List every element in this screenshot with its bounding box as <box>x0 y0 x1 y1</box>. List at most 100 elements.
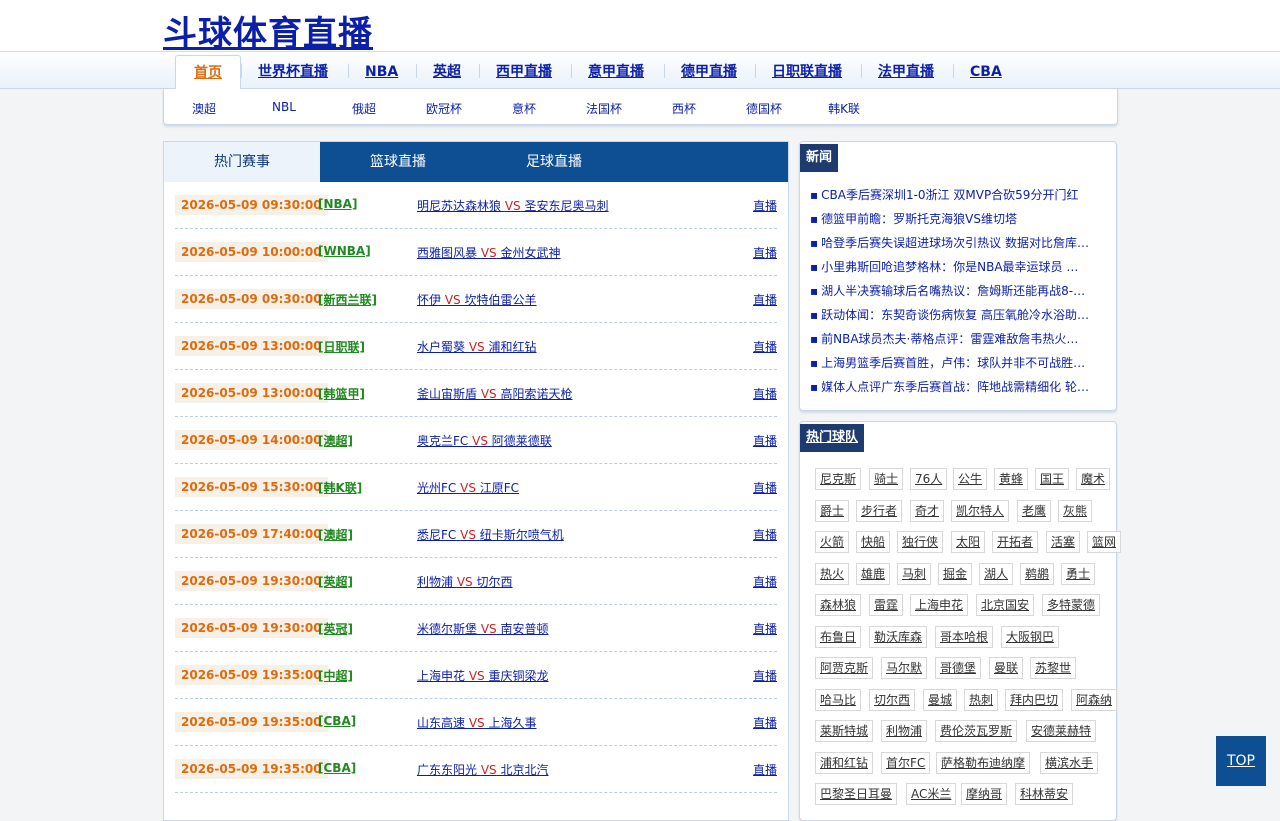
live-link[interactable]: 直播 <box>753 526 777 543</box>
match-teams-link[interactable]: 光州FC VS 江原FC <box>417 479 519 496</box>
team-tag[interactable]: 热火 <box>815 562 850 585</box>
live-link[interactable]: 直播 <box>753 479 777 496</box>
team-tag[interactable]: 马刺 <box>897 562 932 585</box>
news-item[interactable]: ▪ CBA季后赛深圳1-0浙江 双MVP合砍59分开门红 <box>810 186 1090 203</box>
live-link[interactable]: 直播 <box>753 291 777 308</box>
match-league[interactable]: [韩篮甲] <box>318 385 365 402</box>
nav-item-5[interactable]: 意甲直播 <box>588 55 644 89</box>
live-link[interactable]: 直播 <box>753 714 777 731</box>
match-teams-link[interactable]: 山东高速 VS 上海久事 <box>417 714 537 731</box>
nav-item-1[interactable]: 世界杯直播 <box>258 55 328 89</box>
match-league[interactable]: [中超] <box>318 667 353 684</box>
team-tag[interactable]: 森林狼 <box>815 594 862 616</box>
team-tag[interactable]: 横滨水手 <box>1040 751 1099 774</box>
team-tag[interactable]: 布鲁日 <box>815 625 862 648</box>
team-tag[interactable]: 费伦茨瓦罗斯 <box>935 720 1018 742</box>
team-tag[interactable]: 马尔默 <box>881 657 928 679</box>
live-link[interactable]: 直播 <box>753 761 777 778</box>
team-tag[interactable]: 巴黎圣日耳曼 <box>815 783 898 805</box>
team-tag[interactable]: 勇士 <box>1061 562 1096 585</box>
news-link[interactable]: 哈登季后赛失误超进球场次引热议 数据对比詹库… <box>821 236 1089 250</box>
tab-basketball[interactable]: 篮球直播 <box>320 142 476 182</box>
news-link[interactable]: 前NBA球员杰夫·蒂格点评：雷霆难敌詹韦热火与… <box>821 332 1090 346</box>
news-link[interactable]: 小里弗斯回呛追梦格林：你是NBA最幸运球员 队… <box>821 260 1090 274</box>
nav-item-9[interactable]: CBA <box>970 55 1002 89</box>
subnav-item-5[interactable]: 法国杯 <box>564 100 644 117</box>
team-tag[interactable]: 老鹰 <box>1017 499 1052 522</box>
tab-football[interactable]: 足球直播 <box>476 142 632 182</box>
team-tag[interactable]: 雷霆 <box>869 594 904 616</box>
team-tag[interactable]: 骑士 <box>869 468 904 490</box>
team-tag[interactable]: 曼城 <box>923 688 958 711</box>
match-league[interactable]: [CBA] <box>318 714 356 728</box>
team-tag[interactable]: 国王 <box>1035 468 1070 490</box>
match-teams-link[interactable]: 奥克兰FC VS 阿德莱德联 <box>417 432 552 449</box>
nav-item-0[interactable]: 首页 <box>175 55 241 90</box>
match-league[interactable]: [英冠] <box>318 620 353 637</box>
match-teams-link[interactable]: 利物浦 VS 切尔西 <box>417 573 513 590</box>
subnav-item-3[interactable]: 欧冠杯 <box>404 100 484 117</box>
team-tag[interactable]: 魔术 <box>1076 468 1111 490</box>
team-tag[interactable]: 上海申花 <box>910 594 969 616</box>
team-tag[interactable]: 多特蒙德 <box>1042 594 1101 616</box>
site-logo[interactable]: 斗球体育直播 <box>163 6 373 55</box>
subnav-item-0[interactable]: 澳超 <box>164 100 244 117</box>
team-tag[interactable]: 湖人 <box>979 562 1014 585</box>
match-league[interactable]: [英超] <box>318 573 353 590</box>
nav-item-7[interactable]: 日职联直播 <box>772 55 842 89</box>
match-league[interactable]: [NBA] <box>318 197 357 211</box>
team-tag[interactable]: 雄鹿 <box>856 562 891 585</box>
match-teams-link[interactable]: 釜山宙斯盾 VS 高阳索诺天枪 <box>417 385 573 402</box>
team-tag[interactable]: 76人 <box>910 468 948 490</box>
team-tag[interactable]: 科林蒂安 <box>1015 783 1074 805</box>
nav-item-8[interactable]: 法甲直播 <box>878 55 934 89</box>
team-tag[interactable]: AC米兰 <box>906 783 957 805</box>
team-tag[interactable]: 哈马比 <box>815 688 862 711</box>
team-tag[interactable]: 活塞 <box>1046 531 1081 553</box>
match-teams-link[interactable]: 上海申花 VS 重庆铜梁龙 <box>417 667 549 684</box>
team-tag[interactable]: 切尔西 <box>869 688 916 711</box>
news-link[interactable]: 湖人半决赛输球后名嘴热议：詹姆斯还能再战8-9… <box>821 284 1090 298</box>
subnav-item-7[interactable]: 德国杯 <box>724 100 804 117</box>
team-tag[interactable]: 公牛 <box>953 468 988 490</box>
match-teams-link[interactable]: 广东东阳光 VS 北京北汽 <box>417 761 549 778</box>
news-item[interactable]: ▪ 湖人半决赛输球后名嘴热议：詹姆斯还能再战8-9… <box>810 282 1090 299</box>
team-tag[interactable]: 尼克斯 <box>815 468 862 490</box>
live-link[interactable]: 直播 <box>753 573 777 590</box>
match-teams-link[interactable]: 明尼苏达森林狼 VS 圣安东尼奥马刺 <box>417 197 609 214</box>
team-tag[interactable]: 阿贾克斯 <box>815 657 874 679</box>
match-league[interactable]: [澳超] <box>318 526 353 543</box>
team-tag[interactable]: 哥本哈根 <box>935 625 994 648</box>
subnav-item-4[interactable]: 意杯 <box>484 100 564 117</box>
team-tag[interactable]: 步行者 <box>856 499 903 522</box>
subnav-item-2[interactable]: 俄超 <box>324 100 404 117</box>
match-teams-link[interactable]: 怀伊 VS 坎特伯雷公羊 <box>417 291 537 308</box>
team-tag[interactable]: 快船 <box>856 531 891 553</box>
news-link[interactable]: 上海男篮季后赛首胜，卢伟：球队并非不可战胜… <box>821 356 1085 370</box>
team-tag[interactable]: 浦和红钻 <box>815 751 874 774</box>
team-tag[interactable]: 凯尔特人 <box>951 499 1010 522</box>
match-teams-link[interactable]: 水户蜀葵 VS 浦和红钻 <box>417 338 537 355</box>
nav-item-4[interactable]: 西甲直播 <box>496 55 552 89</box>
subnav-item-6[interactable]: 西杯 <box>644 100 724 117</box>
team-tag[interactable]: 大阪钢巴 <box>1001 625 1060 648</box>
news-item[interactable]: ▪ 跃动体闻：东契奇谈伤病恢复 高压氧舱冷水浴助… <box>810 306 1090 323</box>
news-item[interactable]: ▪ 小里弗斯回呛追梦格林：你是NBA最幸运球员 队… <box>810 258 1090 275</box>
news-link[interactable]: CBA季后赛深圳1-0浙江 双MVP合砍59分开门红 <box>821 188 1078 202</box>
team-tag[interactable]: 火箭 <box>815 531 850 553</box>
team-tag[interactable]: 掘金 <box>938 562 973 585</box>
team-tag[interactable]: 利物浦 <box>881 720 928 742</box>
news-link[interactable]: 德篮甲前瞻：罗斯托克海狼VS维切塔 <box>821 212 1017 226</box>
team-tag[interactable]: 勒沃库森 <box>869 625 928 648</box>
news-link[interactable]: 媒体人点评广东季后赛首战：阵地战需精细化 轮… <box>821 380 1089 394</box>
news-link[interactable]: 跃动体闻：东契奇谈伤病恢复 高压氧舱冷水浴助… <box>821 308 1089 322</box>
news-item[interactable]: ▪ 上海男篮季后赛首胜，卢伟：球队并非不可战胜… <box>810 354 1090 371</box>
live-link[interactable]: 直播 <box>753 385 777 402</box>
live-link[interactable]: 直播 <box>753 338 777 355</box>
match-league[interactable]: [澳超] <box>318 432 353 449</box>
nav-item-3[interactable]: 英超 <box>433 55 461 89</box>
live-link[interactable]: 直播 <box>753 620 777 637</box>
live-link[interactable]: 直播 <box>753 667 777 684</box>
nav-item-6[interactable]: 德甲直播 <box>681 55 737 89</box>
match-league[interactable]: [新西兰联] <box>318 291 377 308</box>
